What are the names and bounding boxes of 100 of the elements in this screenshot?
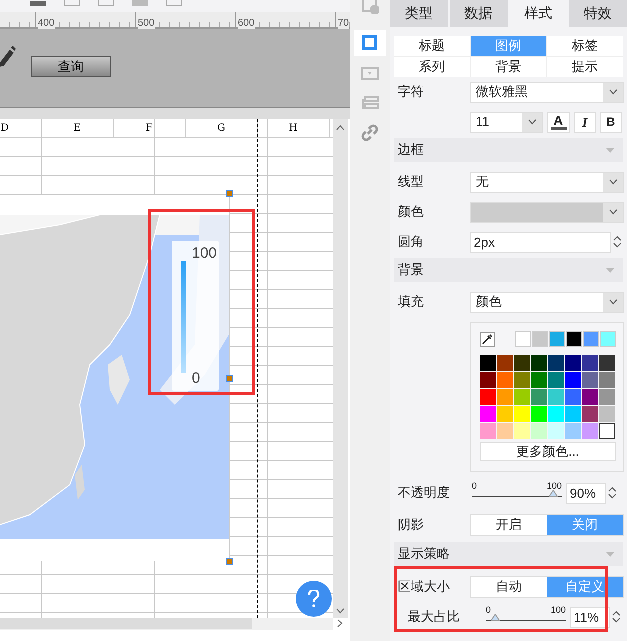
- chart-frame[interactable]: 100 0: [0, 195, 230, 561]
- color-swatch[interactable]: [531, 372, 547, 388]
- scroll-right-icon[interactable]: [337, 619, 343, 628]
- font-size-select[interactable]: 11: [470, 112, 543, 132]
- color-swatch[interactable]: [514, 355, 530, 371]
- color-swatch[interactable]: [514, 406, 530, 422]
- help-button[interactable]: [296, 581, 332, 617]
- chevron-down-icon: [608, 209, 618, 215]
- color-swatch[interactable]: [565, 389, 581, 405]
- panel-tab[interactable]: 类型: [390, 0, 448, 27]
- sub-tab[interactable]: 提示: [547, 57, 623, 77]
- color-swatch[interactable]: [497, 355, 513, 371]
- color-swatch[interactable]: [565, 406, 581, 422]
- column-header[interactable]: D: [1, 120, 10, 136]
- color-swatch[interactable]: [531, 355, 547, 371]
- color-swatch[interactable]: [497, 406, 513, 422]
- collapse-arrow-icon: [606, 268, 615, 272]
- slider-thumb[interactable]: [549, 490, 558, 497]
- query-button[interactable]: 查询: [31, 56, 111, 77]
- bold-button[interactable]: B: [600, 112, 622, 132]
- column-header[interactable]: H: [289, 120, 298, 136]
- sub-tab[interactable]: 标题: [394, 36, 470, 56]
- color-swatch[interactable]: [548, 406, 564, 422]
- panel-tab[interactable]: 特效: [569, 0, 627, 27]
- color-swatch[interactable]: [548, 372, 564, 388]
- spin-down-icon[interactable]: [608, 494, 617, 499]
- field-label: 不透明度: [398, 485, 450, 500]
- color-swatch[interactable]: [480, 372, 496, 388]
- font-color-button[interactable]: A: [547, 112, 570, 132]
- column-header[interactable]: E: [74, 120, 82, 136]
- recent-color-swatch[interactable]: [600, 331, 616, 347]
- sub-tab[interactable]: 背景: [470, 57, 546, 77]
- section-header[interactable]: 边框: [394, 138, 623, 162]
- scroll-up-icon[interactable]: [336, 125, 345, 131]
- color-swatch[interactable]: [599, 423, 615, 439]
- resize-handle[interactable]: [226, 190, 233, 197]
- section-header[interactable]: 背景: [394, 258, 623, 282]
- color-swatch[interactable]: [514, 423, 530, 439]
- eyedropper-icon[interactable]: [480, 332, 495, 346]
- spin-down-icon[interactable]: [612, 618, 621, 623]
- color-swatch[interactable]: [548, 423, 564, 439]
- border-color-select[interactable]: [470, 202, 624, 222]
- line-type-select[interactable]: 无: [470, 172, 624, 192]
- color-swatch[interactable]: [531, 389, 547, 405]
- color-swatch[interactable]: [548, 389, 564, 405]
- spin-down-icon[interactable]: [613, 243, 622, 248]
- max-ratio-input[interactable]: 11%: [570, 606, 610, 628]
- recent-color-swatch[interactable]: [549, 331, 565, 347]
- panel-tab[interactable]: 数据: [450, 0, 508, 27]
- color-swatch[interactable]: [565, 423, 581, 439]
- slider-thumb[interactable]: [490, 614, 500, 621]
- color-swatch[interactable]: [497, 372, 513, 388]
- color-swatch[interactable]: [480, 355, 496, 371]
- font-family-select[interactable]: 微软雅黑: [470, 82, 624, 102]
- section-header[interactable]: 显示策略: [394, 542, 623, 566]
- radius-input[interactable]: 2px: [470, 232, 611, 252]
- color-swatch[interactable]: [480, 423, 496, 439]
- color-swatch[interactable]: [565, 372, 581, 388]
- recent-color-swatch[interactable]: [532, 331, 548, 347]
- scroll-down-icon[interactable]: [336, 608, 345, 614]
- opacity-input[interactable]: 90%: [566, 482, 606, 504]
- sub-tab[interactable]: 系列: [394, 57, 470, 77]
- color-swatch[interactable]: [582, 389, 598, 405]
- color-swatch[interactable]: [582, 355, 598, 371]
- column-header[interactable]: F: [146, 120, 153, 136]
- color-swatch[interactable]: [599, 372, 615, 388]
- resize-handle[interactable]: [226, 558, 233, 565]
- column-header[interactable]: G: [218, 120, 226, 136]
- fill-type-select[interactable]: 颜色: [470, 292, 624, 312]
- color-swatch[interactable]: [565, 355, 581, 371]
- link-icon: [361, 124, 379, 142]
- horizontal-scrollbar[interactable]: [0, 618, 333, 630]
- color-swatch[interactable]: [514, 372, 530, 388]
- pencil-icon[interactable]: [0, 45, 16, 67]
- italic-button[interactable]: I: [574, 112, 596, 132]
- recent-color-swatch[interactable]: [583, 331, 599, 347]
- resize-handle[interactable]: [226, 375, 233, 382]
- color-swatch[interactable]: [599, 355, 615, 371]
- color-swatch[interactable]: [599, 406, 615, 422]
- color-swatch[interactable]: [599, 389, 615, 405]
- vertical-scrollbar[interactable]: [333, 119, 348, 618]
- color-swatch[interactable]: [582, 406, 598, 422]
- rail-tab[interactable]: [354, 30, 386, 56]
- color-swatch[interactable]: [531, 406, 547, 422]
- color-swatch[interactable]: [480, 406, 496, 422]
- spin-up-icon[interactable]: [612, 611, 621, 616]
- color-swatch[interactable]: [514, 389, 530, 405]
- color-swatch[interactable]: [497, 423, 513, 439]
- more-colors-button[interactable]: 更多颜色...: [480, 442, 616, 461]
- spin-up-icon[interactable]: [608, 487, 617, 492]
- sub-tab[interactable]: 标签: [547, 36, 623, 56]
- spin-up-icon[interactable]: [613, 236, 622, 241]
- color-swatch[interactable]: [531, 423, 547, 439]
- color-swatch[interactable]: [548, 355, 564, 371]
- color-swatch[interactable]: [582, 372, 598, 388]
- color-swatch[interactable]: [480, 389, 496, 405]
- color-swatch[interactable]: [582, 423, 598, 439]
- recent-color-swatch[interactable]: [515, 331, 531, 347]
- recent-color-swatch[interactable]: [566, 331, 582, 347]
- color-swatch[interactable]: [497, 389, 513, 405]
